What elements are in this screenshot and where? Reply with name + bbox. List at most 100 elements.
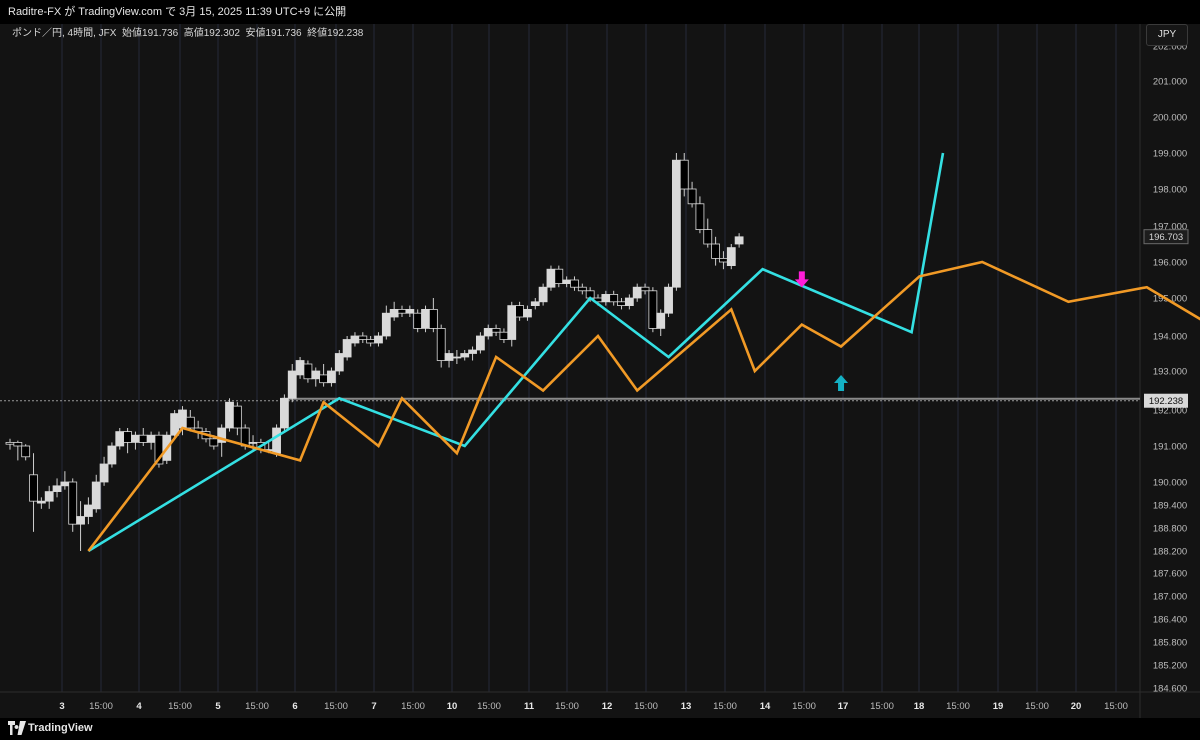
close-label: 終値 [307,28,328,39]
candle-body [577,286,587,292]
candle-body [29,474,38,502]
candle-body [413,312,423,329]
candle-body [734,236,744,245]
candle-body [687,188,697,205]
candle-body [538,286,548,303]
candle-body [397,308,407,314]
candle-body [366,339,376,344]
candle-body [185,416,195,429]
time-tick-label: 4 [136,701,142,712]
time-tick-label: 3 [59,701,64,712]
candle-body [679,159,689,190]
candle-body [311,370,321,380]
candle-body [350,335,360,344]
candle-body [499,331,509,340]
candle-body [515,305,524,318]
time-tick-label: 12 [602,701,613,712]
candle-body [562,279,572,284]
time-tick-label: 6 [292,701,297,712]
time-tick-label: 15:00 [477,701,501,712]
last-close-price-label: 196.703 [1149,232,1183,243]
time-tick-label: 11 [524,701,535,712]
candle-body [272,427,281,454]
candle-body [115,431,125,447]
time-tick-label: 15:00 [89,701,113,712]
price-chart[interactable]: 184.600 185.200 185.800 186.400 187.000 187.6… [0,24,1200,718]
candle-body [421,308,430,329]
time-tick-label: 15:00 [634,701,658,712]
candle-body [468,349,477,354]
price-tick-label: 189.400 [1153,501,1187,512]
price-tick-label: 188.800 [1153,524,1187,535]
time-tick-label: 15:00 [245,701,269,712]
candle-body [483,327,493,337]
candle-body [436,327,446,361]
candle-body [601,293,611,303]
time-tick-label: 14 [760,701,771,712]
high-value: 192.302 [203,28,240,39]
candle-body [342,339,352,358]
candle-body [107,445,117,465]
candle-body [695,203,705,231]
candle-body [68,481,78,525]
chart-area[interactable]: 184.600 185.200 185.800 186.400 187.000 187.6… [0,24,1200,718]
time-tick-label: 15:00 [555,701,579,712]
price-tick-label: 187.600 [1153,569,1187,580]
publish-info-bar: Raditre-FX が TradingView.com で 3月 15, 20… [0,0,1200,24]
candle-body [209,438,219,447]
time-tick-label: 15:00 [168,701,192,712]
price-tick-label: 201.000 [1153,77,1187,88]
publish-info-text: Raditre-FX が TradingView.com で 3月 15, 20… [8,6,347,18]
candle-body [138,434,148,443]
candle-body [334,353,344,372]
candle-body [374,335,383,344]
tradingview-brand: TradingView [28,722,93,734]
high-label: 高値 [183,28,204,39]
price-tick-label: 191.000 [1153,442,1187,453]
candle-body [60,481,70,487]
candle-body [358,335,368,340]
candle-body [491,327,501,333]
candle-body [76,516,85,525]
candle-body [279,397,289,429]
time-tick-label: 15:00 [713,701,737,712]
candle-body [91,481,101,510]
price-tick-label: 185.800 [1153,638,1187,649]
candle-body [570,279,579,288]
candle-body [170,413,180,436]
time-tick-label: 15:00 [870,701,894,712]
candle-body [178,409,187,429]
candle-body [632,286,642,299]
candle-body [546,268,556,288]
price-tick-label: 188.200 [1153,547,1187,558]
time-tick-label: 10 [447,701,458,712]
candle-body [475,335,485,351]
candle-body [703,229,713,245]
close-value: 192.238 [327,28,364,39]
candle-body [13,441,23,447]
candle-body [123,431,132,443]
candle-body [44,491,54,502]
candle-body [295,360,305,376]
candle-body [554,268,564,284]
candle-body [656,312,666,329]
candle-body [248,441,258,444]
time-tick-label: 17 [838,701,849,712]
time-tick-label: 13 [681,701,692,712]
candle-body [303,363,313,380]
candle-body [327,370,336,384]
candle-body [672,159,681,288]
candle-body [232,405,242,429]
candle-body [428,308,438,329]
time-tick-label: 18 [914,701,925,712]
price-tick-label: 193.000 [1153,367,1187,378]
time-tick-label: 15:00 [1104,701,1128,712]
price-tick-label: 198.000 [1153,185,1187,196]
low-value: 191.736 [265,28,302,39]
price-tick-label: 199.000 [1153,149,1187,160]
candle-body [648,290,658,329]
candle-body [460,353,470,358]
candle-body [99,463,109,483]
currency-button[interactable]: JPY [1146,24,1188,46]
symbol-legend: ポンド／円, 4時間, JFX 始値191.736 高値192.302 安値19… [12,28,363,40]
